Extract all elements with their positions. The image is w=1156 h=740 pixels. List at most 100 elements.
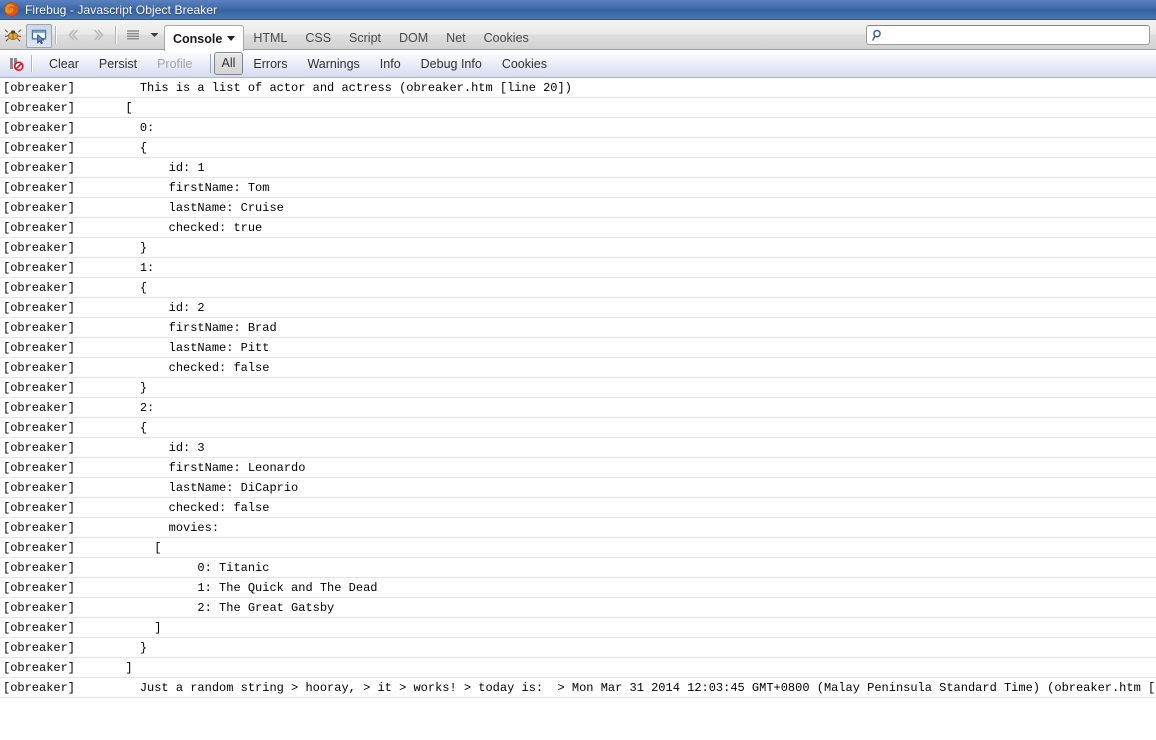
tab-cookies[interactable]: Cookies bbox=[475, 26, 538, 50]
window-title: Firebug - Javascript Object Breaker bbox=[25, 2, 218, 17]
forward-chevron-icon bbox=[94, 29, 104, 40]
options-separator-1 bbox=[31, 55, 33, 72]
inspect-element-button[interactable] bbox=[26, 24, 52, 48]
console-log-row[interactable]: [obreaker] checked: false bbox=[0, 498, 1156, 518]
console-log-row[interactable]: [obreaker] firstName: Tom bbox=[0, 178, 1156, 198]
console-row-prefix: [obreaker] bbox=[3, 261, 76, 275]
tab-net[interactable]: Net bbox=[437, 26, 474, 50]
console-row-prefix: [obreaker] bbox=[3, 641, 76, 655]
filter-warnings-button[interactable]: Warnings bbox=[297, 54, 369, 74]
console-log-row[interactable]: [obreaker] movies: bbox=[0, 518, 1156, 538]
console-row-message: firstName: Tom bbox=[75, 181, 270, 195]
tab-console-caret-icon[interactable] bbox=[227, 36, 236, 41]
console-log-row[interactable]: [obreaker] } bbox=[0, 238, 1156, 258]
console-log-row[interactable]: [obreaker] checked: false bbox=[0, 358, 1156, 378]
tab-css[interactable]: CSS bbox=[296, 26, 340, 50]
forward-navigation-button[interactable] bbox=[86, 20, 112, 50]
panel-tabs: Console HTML CSS Script DOM Net Cookies bbox=[164, 20, 538, 51]
console-log-row[interactable]: [obreaker] 1: The Quick and The Dead bbox=[0, 578, 1156, 598]
clear-console-button[interactable]: Clear bbox=[39, 54, 89, 74]
profile-button[interactable]: Profile bbox=[147, 54, 202, 74]
console-row-prefix: [obreaker] bbox=[3, 461, 76, 475]
console-log-panel[interactable]: [obreaker] This is a list of actor and a… bbox=[0, 78, 1156, 739]
window-titlebar: Firebug - Javascript Object Breaker bbox=[0, 0, 1156, 20]
console-row-prefix: [obreaker] bbox=[3, 381, 76, 395]
search-input[interactable] bbox=[888, 27, 1149, 42]
console-row-prefix: [obreaker] bbox=[3, 321, 76, 335]
persist-toggle-button[interactable]: Persist bbox=[89, 54, 147, 74]
panel-dropdown-button[interactable] bbox=[146, 20, 162, 50]
console-row-message: firstName: Leonardo bbox=[75, 461, 306, 475]
filter-all-button[interactable]: All bbox=[213, 52, 244, 75]
break-on-error-icon bbox=[10, 58, 24, 71]
console-log-row[interactable]: [obreaker] 2: bbox=[0, 398, 1156, 418]
console-row-message: Just a random string > hooray, > it > wo… bbox=[75, 681, 1156, 695]
filter-errors-button[interactable]: Errors bbox=[243, 54, 297, 74]
console-row-prefix: [obreaker] bbox=[3, 441, 76, 455]
console-log-row[interactable]: [obreaker] Just a random string > hooray… bbox=[0, 678, 1156, 698]
console-log-row[interactable]: [obreaker] id: 3 bbox=[0, 438, 1156, 458]
console-row-prefix: [obreaker] bbox=[3, 581, 76, 595]
console-log-row[interactable]: [obreaker] firstName: Leonardo bbox=[0, 458, 1156, 478]
panel-list-button[interactable] bbox=[120, 20, 146, 50]
console-row-prefix: [obreaker] bbox=[3, 341, 76, 355]
console-row-prefix: [obreaker] bbox=[3, 181, 76, 195]
console-log-row[interactable]: [obreaker] id: 1 bbox=[0, 158, 1156, 178]
console-row-prefix: [obreaker] bbox=[3, 241, 76, 255]
console-row-message: { bbox=[75, 421, 148, 435]
filter-info-button[interactable]: Info bbox=[370, 54, 411, 74]
console-log-row[interactable]: [obreaker] 0: bbox=[0, 118, 1156, 138]
filter-debug-info-button[interactable]: Debug Info bbox=[411, 54, 492, 74]
search-box[interactable] bbox=[866, 24, 1150, 45]
console-row-prefix: [obreaker] bbox=[3, 561, 76, 575]
console-log-row[interactable]: [obreaker] 1: bbox=[0, 258, 1156, 278]
console-row-prefix: [obreaker] bbox=[3, 301, 76, 315]
console-log-row[interactable]: [obreaker] lastName: Pitt bbox=[0, 338, 1156, 358]
tab-dom[interactable]: DOM bbox=[390, 26, 437, 50]
dropdown-caret-icon bbox=[150, 32, 158, 37]
inspect-element-icon bbox=[31, 29, 47, 44]
firebug-beetle-icon bbox=[4, 28, 22, 42]
console-log-row[interactable]: [obreaker] ] bbox=[0, 618, 1156, 638]
tab-script[interactable]: Script bbox=[340, 26, 390, 50]
console-log-row[interactable]: [obreaker] { bbox=[0, 418, 1156, 438]
console-row-message: } bbox=[75, 381, 148, 395]
console-log-row[interactable]: [obreaker] { bbox=[0, 278, 1156, 298]
console-log-row[interactable]: [obreaker] This is a list of actor and a… bbox=[0, 78, 1156, 98]
console-log-row[interactable]: [obreaker] 0: Titanic bbox=[0, 558, 1156, 578]
console-row-prefix: [obreaker] bbox=[3, 621, 76, 635]
console-log-row[interactable]: [obreaker] [ bbox=[0, 538, 1156, 558]
console-row-prefix: [obreaker] bbox=[3, 201, 76, 215]
console-row-message: [ bbox=[75, 101, 133, 115]
console-row-message: } bbox=[75, 241, 148, 255]
console-log-row[interactable]: [obreaker] } bbox=[0, 378, 1156, 398]
console-row-message: id: 1 bbox=[75, 161, 205, 175]
console-log-row[interactable]: [obreaker] 2: The Great Gatsby bbox=[0, 598, 1156, 618]
console-log-row[interactable]: [obreaker] id: 2 bbox=[0, 298, 1156, 318]
console-log-row[interactable]: [obreaker] firstName: Brad bbox=[0, 318, 1156, 338]
back-navigation-button[interactable] bbox=[60, 20, 86, 50]
console-log-row[interactable]: [obreaker] } bbox=[0, 638, 1156, 658]
console-log-row[interactable]: [obreaker] { bbox=[0, 138, 1156, 158]
console-row-message: lastName: DiCaprio bbox=[75, 481, 299, 495]
firefox-logo-icon bbox=[4, 2, 19, 17]
tab-html[interactable]: HTML bbox=[244, 26, 296, 50]
console-log-row[interactable]: [obreaker] lastName: DiCaprio bbox=[0, 478, 1156, 498]
console-row-message: This is a list of actor and actress (obr… bbox=[75, 81, 572, 95]
filter-cookies-button[interactable]: Cookies bbox=[492, 54, 557, 74]
console-log-row[interactable]: [obreaker] ] bbox=[0, 658, 1156, 678]
console-row-message: 2: The Great Gatsby bbox=[75, 601, 335, 615]
console-row-message: 1: bbox=[75, 261, 155, 275]
break-on-error-button[interactable] bbox=[4, 50, 28, 78]
firebug-beetle-icon-button[interactable] bbox=[0, 20, 26, 50]
console-row-message: { bbox=[75, 141, 148, 155]
console-log-row[interactable]: [obreaker] [ bbox=[0, 98, 1156, 118]
tab-console[interactable]: Console bbox=[164, 25, 245, 51]
back-chevron-icon bbox=[68, 29, 78, 40]
console-log-row[interactable]: [obreaker] lastName: Cruise bbox=[0, 198, 1156, 218]
console-log-row[interactable]: [obreaker] checked: true bbox=[0, 218, 1156, 238]
console-row-prefix: [obreaker] bbox=[3, 401, 76, 415]
console-row-message: ] bbox=[75, 621, 162, 635]
panel-list-icon bbox=[127, 29, 139, 40]
console-row-message: [ bbox=[75, 541, 162, 555]
